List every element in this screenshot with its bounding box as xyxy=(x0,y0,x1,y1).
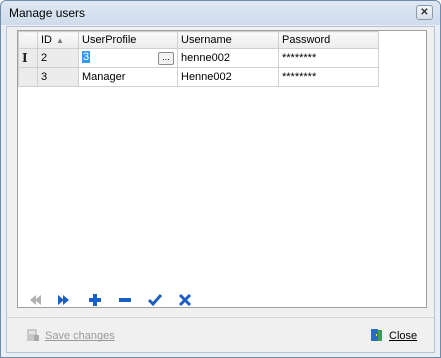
next-record-icon[interactable] xyxy=(56,292,72,308)
row-indicator: I xyxy=(18,48,38,68)
close-button[interactable]: Close xyxy=(369,325,417,347)
column-header-id-label: ID xyxy=(41,34,52,46)
cell-password[interactable]: ******** xyxy=(278,48,379,68)
footer-divider xyxy=(7,317,434,318)
dialog-client-area: ID ▲ UserProfile Username Password I 2 3.… xyxy=(6,26,435,353)
cell-id[interactable]: 2 xyxy=(37,48,79,68)
edit-cursor-icon: I xyxy=(22,51,28,65)
post-record-check-icon[interactable] xyxy=(147,292,163,308)
window-title: Manage users xyxy=(9,6,86,20)
insert-record-icon[interactable] xyxy=(87,292,103,308)
sort-ascending-icon: ▲ xyxy=(56,36,64,45)
close-label: Close xyxy=(389,330,418,342)
table-row[interactable]: 3 Manager Henne002 ******** xyxy=(18,67,379,87)
row-indicator xyxy=(18,67,38,87)
save-changes-button[interactable]: Save changes xyxy=(25,325,115,347)
cell-username[interactable]: Henne002 xyxy=(177,67,279,87)
cell-userprofile[interactable]: 3... xyxy=(78,48,178,68)
column-header-id[interactable]: ID ▲ xyxy=(37,31,79,49)
users-table: ID ▲ UserProfile Username Password I 2 3.… xyxy=(18,31,379,87)
cell-userprofile-value[interactable]: 3 xyxy=(82,51,91,63)
users-grid[interactable]: ID ▲ UserProfile Username Password I 2 3.… xyxy=(17,30,427,308)
title-bar[interactable]: Manage users ✕ xyxy=(1,1,440,25)
grid-corner xyxy=(18,31,38,49)
cell-userprofile[interactable]: Manager xyxy=(78,67,178,87)
column-header-username[interactable]: Username xyxy=(177,31,279,49)
cancel-record-x-icon[interactable] xyxy=(177,292,193,308)
cell-password[interactable]: ******** xyxy=(278,67,379,87)
cell-username[interactable]: henne002 xyxy=(177,48,279,68)
exit-door-icon xyxy=(369,327,385,346)
header-row: ID ▲ UserProfile Username Password xyxy=(18,31,379,49)
column-header-userprofile[interactable]: UserProfile xyxy=(78,31,178,49)
delete-record-icon[interactable] xyxy=(117,292,133,308)
window-close-icon[interactable]: ✕ xyxy=(416,5,433,20)
prior-record-icon[interactable] xyxy=(27,292,43,308)
column-header-password[interactable]: Password xyxy=(278,31,379,49)
table-row[interactable]: I 2 3... henne002 ******** xyxy=(18,48,379,68)
save-changes-label: Save changes xyxy=(45,330,115,342)
manage-users-window: Manage users ✕ ID ▲ UserProfile Username … xyxy=(0,0,441,358)
save-icon xyxy=(25,327,41,346)
ellipsis-button[interactable]: ... xyxy=(158,52,174,65)
cell-id[interactable]: 3 xyxy=(37,67,79,87)
